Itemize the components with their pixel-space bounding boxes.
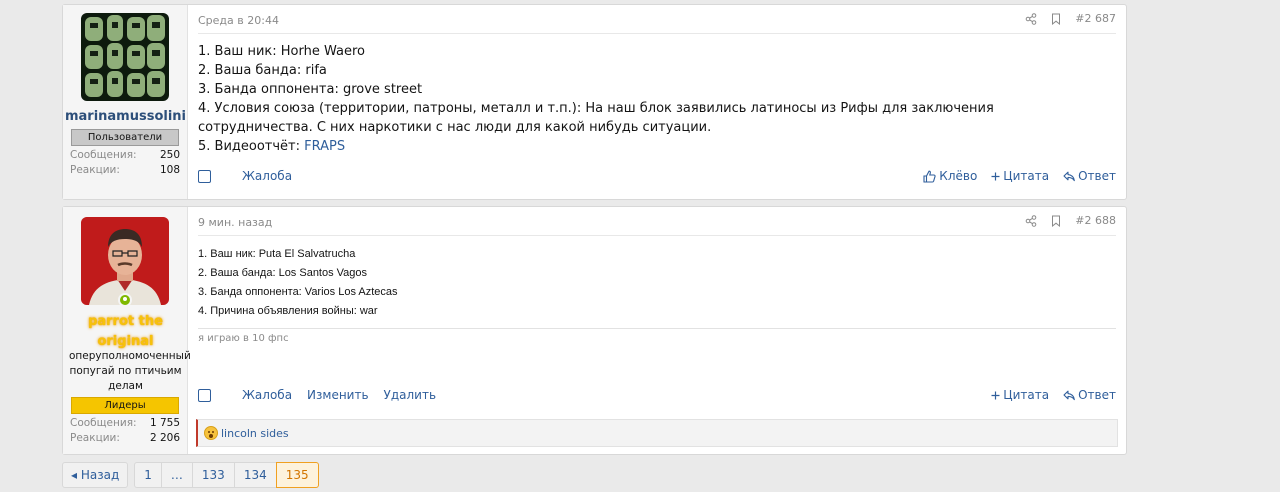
post-actions: Жалоба Клёво Цитата Ответ [198, 169, 1116, 183]
share-icon[interactable] [1025, 214, 1037, 227]
wow-reaction-icon [204, 426, 218, 440]
stat-label: Реакции: [70, 164, 120, 176]
post-line: 3. Банда оппонента: Varios Los Aztecas [198, 286, 398, 298]
online-status-icon [118, 293, 132, 307]
reactions-bar[interactable]: lincoln sides [196, 419, 1118, 447]
post-line: 4. Условия союза (территории, патроны, м… [198, 101, 994, 135]
user-avatar[interactable] [81, 13, 169, 101]
user-group-badge: Пользователи [71, 129, 179, 146]
username[interactable]: marinamussolini [63, 109, 188, 124]
bookmark-icon[interactable] [1051, 13, 1061, 25]
plus-icon [991, 391, 1000, 400]
signature: я играю в 10 фпс [198, 333, 289, 344]
stat-label: Сообщения: [70, 149, 137, 161]
quote-button[interactable]: Цитата [991, 388, 1049, 402]
post-meta-actions: #2 688 [1025, 214, 1116, 227]
stat-value: 2 206 [149, 432, 180, 444]
post-date[interactable]: 9 мин. назад [198, 216, 272, 229]
post-line: 1. Ваш ник: Horhe Waero [198, 44, 365, 59]
page-134[interactable]: 134 [233, 462, 277, 488]
reaction-user[interactable]: lincoln sides [221, 427, 289, 440]
username[interactable]: parrot the original [63, 312, 188, 352]
post-date[interactable]: Среда в 20:44 [198, 14, 279, 27]
plus-icon [991, 172, 1000, 181]
user-stats: Сообщения: 1 755 Реакции: 2 206 [70, 416, 180, 446]
post-line: 5. Видеоотчёт: FRAPS [198, 137, 1098, 156]
reply-button[interactable]: Ответ [1063, 169, 1116, 183]
post-number[interactable]: #2 688 [1075, 214, 1116, 227]
quote-label: Цитата [1003, 169, 1050, 183]
divider [198, 33, 1116, 34]
thumbs-up-icon [923, 170, 936, 183]
reply-button[interactable]: Ответ [1063, 388, 1116, 402]
page-133[interactable]: 133 [191, 462, 235, 488]
edit-link[interactable]: Изменить [307, 388, 369, 402]
report-link[interactable]: Жалоба [242, 388, 292, 402]
reply-label: Ответ [1078, 388, 1116, 402]
bookmark-icon[interactable] [1051, 215, 1061, 227]
select-checkbox[interactable] [198, 388, 211, 402]
report-link[interactable]: Жалоба [242, 169, 292, 183]
user-group-badge: Лидеры [71, 397, 179, 414]
post-main: Среда в 20:44 #2 687 1. Ваш ник: Horhe W… [188, 5, 1126, 199]
user-title: оперуполномоченный попугай по птичьим де… [69, 350, 191, 392]
like-label: Клёво [939, 169, 978, 183]
post-line: 2. Ваша банда: rifa [198, 63, 327, 78]
post-user-panel: marinamussolini Пользователи Сообщения: 2… [63, 5, 188, 199]
reply-icon [1063, 390, 1075, 401]
post-meta-actions: #2 687 [1025, 12, 1116, 25]
stat-value: 1 755 [149, 417, 180, 429]
chevron-left-icon: ◂ [71, 468, 81, 482]
page-1[interactable]: 1 [134, 462, 162, 488]
stat-value: 250 [159, 149, 180, 161]
reply-label: Ответ [1078, 169, 1116, 183]
share-icon[interactable] [1025, 12, 1037, 25]
post-line: 4. Причина объявления войны: war [198, 305, 378, 317]
post-number[interactable]: #2 687 [1075, 12, 1116, 25]
post-user-panel: parrot the original оперуполномоченный п… [63, 207, 191, 454]
pagination: ◂ Назад 1 … 133 134 135 [62, 462, 319, 488]
video-link[interactable]: FRAPS [304, 139, 345, 154]
post-line: 1. Ваш ник: Puta El Salvatrucha [198, 248, 356, 260]
prev-page-button[interactable]: ◂ Назад [62, 462, 129, 488]
stat-label: Реакции: [70, 432, 120, 444]
stat-label: Сообщения: [70, 417, 137, 429]
post-actions: Жалоба Изменить Удалить Цитата Ответ [198, 388, 1116, 402]
post-line: 2. Ваша банда: Los Santos Vagos [198, 267, 368, 279]
reply-icon [1063, 171, 1075, 182]
stat-value: 108 [159, 164, 180, 176]
post-2688: parrot the original оперуполномоченный п… [62, 206, 1127, 455]
quote-button[interactable]: Цитата [991, 169, 1049, 183]
delete-link[interactable]: Удалить [384, 388, 437, 402]
post-2687: marinamussolini Пользователи Сообщения: 2… [62, 4, 1127, 200]
page-ellipsis[interactable]: … [160, 462, 193, 488]
page-current[interactable]: 135 [275, 462, 319, 488]
post-main: 9 мин. назад #2 688 1. Ваш ник: Puta El … [188, 207, 1126, 454]
signature-divider [198, 328, 1116, 329]
divider [198, 235, 1116, 236]
user-stats: Сообщения: 250 Реакции: 108 [70, 148, 180, 178]
video-label: 5. Видеоотчёт: [198, 139, 305, 154]
user-avatar[interactable] [81, 217, 169, 305]
post-body: 1. Ваш ник: Horhe Waero 2. Ваша банда: r… [198, 42, 1098, 156]
quote-label: Цитата [1003, 388, 1050, 402]
like-button[interactable]: Клёво [923, 169, 977, 183]
post-line: 3. Банда оппонента: grove street [198, 82, 423, 97]
post-body: 1. Ваш ник: Puta El Salvatrucha 2. Ваша … [198, 245, 398, 321]
prev-page-label: Назад [80, 468, 120, 482]
select-checkbox[interactable] [198, 169, 211, 183]
